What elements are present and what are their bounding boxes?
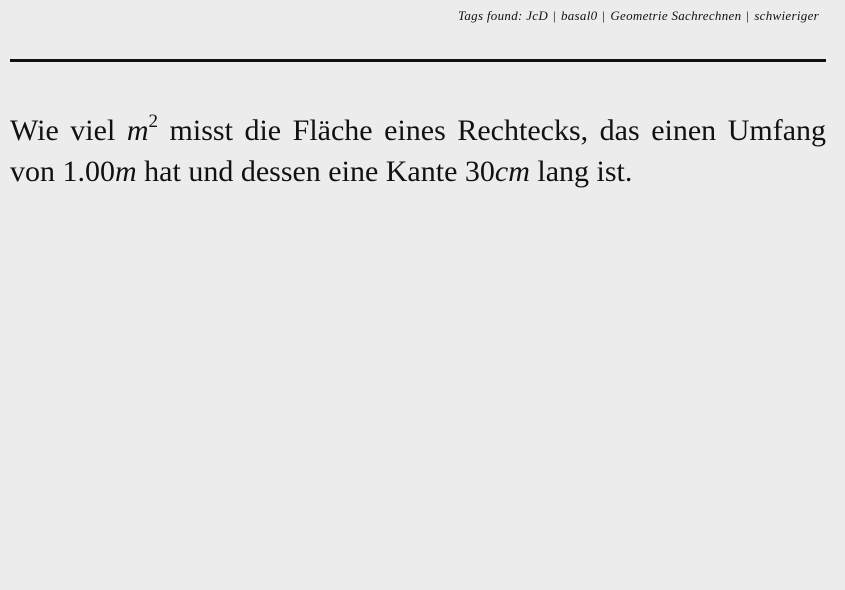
question-part-4: lang ist.	[529, 155, 633, 188]
edge-unit: cm	[494, 155, 530, 188]
edge-value: 30	[464, 155, 495, 188]
tag-item: schwieriger	[754, 8, 819, 23]
question-part-3: hat und dessen eine Kante	[136, 155, 465, 188]
tag-separator: |	[746, 8, 750, 23]
tags-prefix: Tags found:	[458, 8, 523, 23]
perimeter-value: 1.00	[62, 155, 116, 188]
area-unit-exponent: 2	[148, 111, 159, 132]
tags-line: Tags found: JcD | basal0 | Geometrie Sachrec…	[458, 8, 819, 24]
header-divider	[10, 59, 826, 62]
tag-item: JcD	[526, 8, 549, 23]
area-unit-base: m	[126, 114, 149, 147]
tag-item: Geometrie Sachrechnen	[610, 8, 742, 23]
question-part-1: Wie viel	[10, 114, 127, 147]
question-text: Wie viel m2 misst die Fläche eines Recht…	[10, 110, 826, 192]
tag-separator: |	[553, 8, 556, 23]
tag-item: basal0	[560, 8, 598, 23]
tag-separator: |	[602, 8, 606, 23]
perimeter-unit: m	[115, 155, 137, 188]
